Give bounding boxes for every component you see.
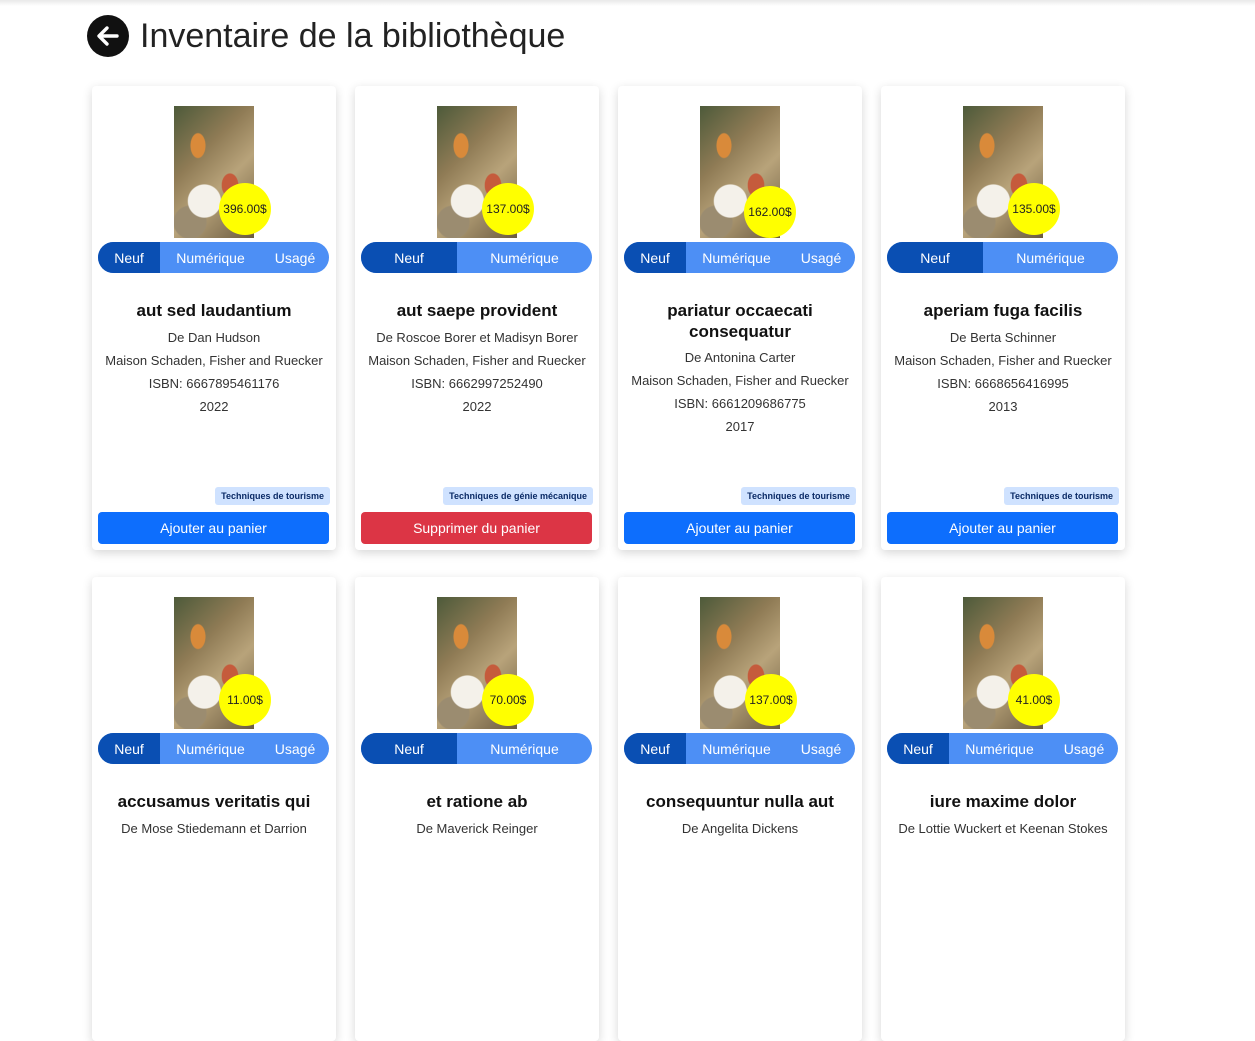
book-publisher: Maison Schaden, Fisher and Ruecker [894,353,1112,368]
price-badge: 11.00$ [219,674,271,726]
top-shadow [0,0,1255,6]
format-option-numerique[interactable]: Numérique [949,733,1050,764]
add-to-cart-button[interactable]: Ajouter au panier [887,512,1118,544]
format-option-numerique[interactable]: Numérique [686,242,787,273]
format-option-numerique[interactable]: Numérique [160,733,261,764]
book-card: 137.00$ Neuf Numérique aut saepe provident D… [355,86,599,550]
format-option-numerique[interactable]: Numérique [686,733,787,764]
format-option-neuf[interactable]: Neuf [624,242,686,273]
price-badge: 41.00$ [1008,674,1060,726]
book-author: De Lottie Wuckert et Keenan Stokes [898,821,1108,836]
book-isbn: ISBN: 6668656416995 [937,376,1069,391]
book-grid: 396.00$ Neuf Numérique Usagé aut sed laudant… [92,86,1125,1041]
book-card: 135.00$ Neuf Numérique aperiam fuga facilis… [881,86,1125,550]
book-title: iure maxime dolor [929,792,1077,811]
book-card: 162.00$ Neuf Numérique Usagé pariatur occaec… [618,86,862,550]
format-option-usage[interactable]: Usagé [787,242,855,273]
format-option-usage[interactable]: Usagé [261,242,329,273]
book-title: aperiam fuga facilis [923,301,1083,320]
format-option-numerique[interactable]: Numérique [160,242,261,273]
book-title: consequuntur nulla aut [646,792,834,811]
price-badge: 396.00$ [219,183,271,235]
book-author: De Mose Stiedemann et Darrion [121,821,307,836]
price-badge: 137.00$ [482,183,534,235]
format-option-usage[interactable]: Usagé [1050,733,1118,764]
page-header: Inventaire de la bibliothèque [87,14,565,58]
format-selector: Neuf Numérique Usagé [624,242,855,273]
book-year: 2013 [988,399,1018,414]
format-selector: Neuf Numérique Usagé [624,733,855,764]
add-to-cart-button[interactable]: Ajouter au panier [624,512,855,544]
format-option-neuf[interactable]: Neuf [624,733,686,764]
book-title: accusamus veritatis qui [117,792,311,811]
format-option-usage[interactable]: Usagé [261,733,329,764]
page-title: Inventaire de la bibliothèque [140,17,566,55]
book-title: aut sed laudantium [136,301,292,320]
book-author: De Antonina Carter [684,350,796,365]
category-tag: Techniques de tourisme [215,487,330,505]
book-card: 396.00$ Neuf Numérique Usagé aut sed laudant… [92,86,336,550]
format-selector: Neuf Numérique Usagé [887,733,1118,764]
arrow-left-circle-icon [97,26,119,46]
book-author: De Angelita Dickens [681,821,799,836]
price-badge: 70.00$ [482,674,534,726]
book-isbn: ISBN: 6662997252490 [411,376,543,391]
format-option-neuf[interactable]: Neuf [98,242,160,273]
format-selector: Neuf Numérique [887,242,1118,273]
category-tag: Techniques de tourisme [741,487,856,505]
format-selector: Neuf Numérique [361,733,592,764]
price-badge: 135.00$ [1008,183,1060,235]
book-author: De Maverick Reinger [416,821,538,836]
format-option-neuf[interactable]: Neuf [887,733,949,764]
book-title: aut saepe provident [396,301,558,320]
book-publisher: Maison Schaden, Fisher and Ruecker [368,353,586,368]
back-button[interactable] [87,15,129,57]
book-isbn: ISBN: 6661209686775 [674,396,806,411]
format-selector: Neuf Numérique Usagé [98,242,329,273]
format-option-neuf[interactable]: Neuf [361,733,457,764]
book-title: pariatur occaecati consequatur [667,301,813,341]
book-year: 2022 [462,399,492,414]
book-year: 2022 [199,399,229,414]
format-selector: Neuf Numérique Usagé [98,733,329,764]
category-tag: Techniques de tourisme [1004,487,1119,505]
book-card: 137.00$ Neuf Numérique Usagé consequuntur nu… [618,577,862,1041]
book-author: De Dan Hudson [167,330,261,345]
book-card: 11.00$ Neuf Numérique Usagé accusamus verita… [92,577,336,1041]
book-publisher: Maison Schaden, Fisher and Ruecker [631,373,849,388]
book-author: De Roscoe Borer et Madisyn Borer [376,330,578,345]
format-selector: Neuf Numérique [361,242,592,273]
format-option-neuf[interactable]: Neuf [361,242,457,273]
book-year: 2017 [725,419,755,434]
book-isbn: ISBN: 6667895461176 [148,376,280,391]
format-option-usage[interactable]: Usagé [787,733,855,764]
format-option-numerique[interactable]: Numérique [457,733,592,764]
format-option-neuf[interactable]: Neuf [98,733,160,764]
book-author: De Berta Schinner [949,330,1057,345]
book-card: 70.00$ Neuf Numérique et ratione ab De Maver… [355,577,599,1041]
book-card: 41.00$ Neuf Numérique Usagé iure maxime dolo… [881,577,1125,1041]
add-to-cart-button[interactable]: Ajouter au panier [98,512,329,544]
remove-from-cart-button[interactable]: Supprimer du panier [361,512,592,544]
category-tag: Techniques de génie mécanique [443,487,593,505]
price-badge: 162.00$ [744,186,796,238]
book-publisher: Maison Schaden, Fisher and Ruecker [105,353,323,368]
price-badge: 137.00$ [745,674,797,726]
format-option-numerique[interactable]: Numérique [983,242,1118,273]
format-option-numerique[interactable]: Numérique [457,242,592,273]
book-title: et ratione ab [426,792,528,811]
format-option-neuf[interactable]: Neuf [887,242,983,273]
